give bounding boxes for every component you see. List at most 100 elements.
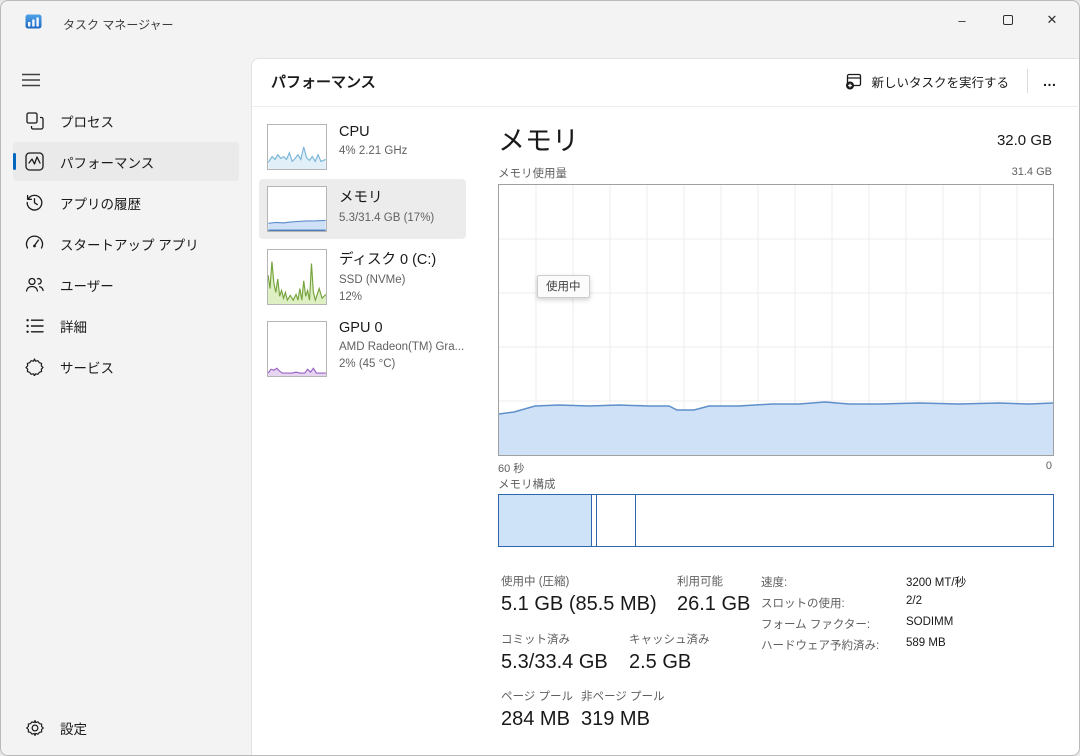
perf-item-stats: 5.3/31.4 GB (17%): [339, 211, 434, 226]
run-new-task-label: 新しいタスクを実行する: [871, 72, 1009, 91]
sidebar-item-details[interactable]: 詳細: [13, 306, 239, 345]
stat-value: 26.1 GB: [677, 593, 750, 616]
startup-icon: [25, 234, 44, 253]
services-icon: [25, 357, 44, 376]
memory-total: 32.0 GB: [997, 132, 1052, 149]
detail-value: 589 MB: [906, 637, 946, 653]
composition-divider-1: [596, 495, 597, 546]
stat-cached: キャッシュ済み 2.5 GB: [629, 631, 710, 674]
stat-label: 非ページ プール: [581, 688, 664, 704]
hamburger-icon: [22, 73, 40, 87]
detail-label: スロットの使用:: [761, 595, 906, 611]
perf-item-stats2: 12%: [339, 290, 436, 305]
stat-label: 使用中 (圧縮): [501, 573, 657, 589]
perf-item-name: GPU 0: [339, 320, 464, 336]
stat-committed: コミット済み 5.3/33.4 GB: [501, 631, 608, 674]
sidebar-item-app-history[interactable]: アプリの履歴: [13, 183, 239, 222]
detail-value: 2/2: [906, 595, 922, 611]
perf-item-stats2: 2% (45 °C): [339, 357, 464, 372]
stat-value: 2.5 GB: [629, 651, 710, 674]
stat-paged-pool: ページ プール 284 MB: [501, 688, 573, 731]
cpu-mini-chart: [267, 124, 327, 170]
details-icon: [25, 316, 44, 335]
sidebar-item-label: スタートアップ アプリ: [60, 234, 199, 254]
disk-mini-chart: [267, 249, 327, 305]
detail-speed: 速度: 3200 MT/秒: [761, 574, 1061, 590]
sidebar-item-services[interactable]: サービス: [13, 347, 239, 386]
sidebar-item-label: アプリの履歴: [60, 193, 141, 213]
memory-mini-chart: [267, 186, 327, 232]
stat-label: ページ プール: [501, 688, 573, 704]
settings-label: 設定: [60, 718, 87, 738]
usage-chart-max: 31.4 GB: [1012, 166, 1052, 178]
memory-usage-chart: 使用中: [498, 184, 1054, 456]
page-title: パフォーマンス: [271, 71, 376, 92]
chart-tooltip: 使用中: [537, 275, 590, 298]
usage-chart-label: メモリ使用量: [498, 165, 567, 181]
perf-item-memory[interactable]: メモリ 5.3/31.4 GB (17%): [259, 179, 466, 239]
sidebar-item-startup-apps[interactable]: スタートアップ アプリ: [13, 224, 239, 263]
detail-slots: スロットの使用: 2/2: [761, 595, 1061, 611]
performance-icon: [25, 152, 44, 171]
usage-chart-canvas: [499, 185, 1053, 455]
users-icon: [25, 275, 44, 294]
sidebar-item-label: 詳細: [60, 316, 87, 336]
maximize-button[interactable]: [985, 3, 1031, 37]
memory-title: メモリ: [498, 119, 579, 158]
perf-item-name: CPU: [339, 124, 407, 140]
stat-value: 319 MB: [581, 708, 664, 731]
perf-item-name: メモリ: [339, 186, 434, 207]
composition-divider-2: [635, 495, 636, 546]
hamburger-menu-button[interactable]: [13, 63, 49, 97]
app-logo-icon: [25, 13, 42, 30]
stat-nonpaged-pool: 非ページ プール 319 MB: [581, 688, 664, 731]
detail-value: 3200 MT/秒: [906, 574, 966, 590]
header-divider: [1027, 69, 1028, 93]
perf-item-stats: SSD (NVMe): [339, 273, 436, 288]
history-icon: [25, 193, 44, 212]
sidebar-nav: プロセス パフォーマンス アプリの履歴 スタートアップ アプリ: [1, 99, 251, 388]
x-axis-right-label: 0: [1046, 460, 1052, 472]
detail-hw-reserved: ハードウェア予約済み: 589 MB: [761, 637, 1061, 653]
run-new-task-button[interactable]: 新しいタスクを実行する: [835, 65, 1019, 97]
stat-value: 284 MB: [501, 708, 573, 731]
perf-item-disk[interactable]: ディスク 0 (C:) SSD (NVMe) 12%: [259, 244, 466, 310]
close-button[interactable]: ✕: [1029, 3, 1075, 37]
stat-label: キャッシュ済み: [629, 631, 710, 647]
composition-label: メモリ構成: [498, 476, 556, 492]
sidebar-item-settings[interactable]: 設定: [13, 708, 239, 747]
sidebar-item-label: パフォーマンス: [60, 152, 154, 172]
perf-item-stats: 4% 2.21 GHz: [339, 144, 407, 159]
processes-icon: [25, 111, 44, 130]
detail-form-factor: フォーム ファクター: SODIMM: [761, 616, 1061, 632]
sidebar-item-performance[interactable]: パフォーマンス: [13, 142, 239, 181]
memory-composition-bar[interactable]: [498, 494, 1054, 547]
sidebar-item-label: サービス: [60, 357, 114, 377]
sidebar: プロセス パフォーマンス アプリの履歴 スタートアップ アプリ: [1, 41, 251, 755]
sidebar-item-processes[interactable]: プロセス: [13, 101, 239, 140]
minimize-button[interactable]: –: [939, 3, 985, 37]
sidebar-item-users[interactable]: ユーザー: [13, 265, 239, 304]
stat-value: 5.1 GB (85.5 MB): [501, 593, 657, 616]
window-title: タスク マネージャー: [63, 16, 174, 33]
stat-available: 利用可能 26.1 GB: [677, 573, 750, 616]
gpu-mini-chart: [267, 321, 327, 377]
perf-item-gpu[interactable]: GPU 0 AMD Radeon(TM) Gra... 2% (45 °C): [259, 316, 466, 382]
sidebar-item-label: ユーザー: [60, 275, 114, 295]
perf-item-stats: AMD Radeon(TM) Gra...: [339, 340, 464, 355]
more-options-button[interactable]: …: [1033, 65, 1067, 97]
maximize-icon: [1003, 15, 1013, 25]
header-bottom-divider: [252, 106, 1078, 107]
detail-label: 速度:: [761, 574, 906, 590]
task-manager-window: タスク マネージャー – ✕ プロセス パフォーマンス: [0, 0, 1080, 756]
perf-item-cpu[interactable]: CPU 4% 2.21 GHz: [259, 117, 466, 175]
detail-label: ハードウェア予約済み:: [761, 637, 906, 653]
stat-label: 利用可能: [677, 573, 750, 589]
title-bar: タスク マネージャー – ✕: [1, 1, 1079, 41]
detail-value: SODIMM: [906, 616, 953, 632]
stat-label: コミット済み: [501, 631, 608, 647]
stat-value: 5.3/33.4 GB: [501, 651, 608, 674]
gear-icon: [25, 718, 44, 737]
sidebar-item-label: プロセス: [60, 111, 114, 131]
detail-label: フォーム ファクター:: [761, 616, 906, 632]
